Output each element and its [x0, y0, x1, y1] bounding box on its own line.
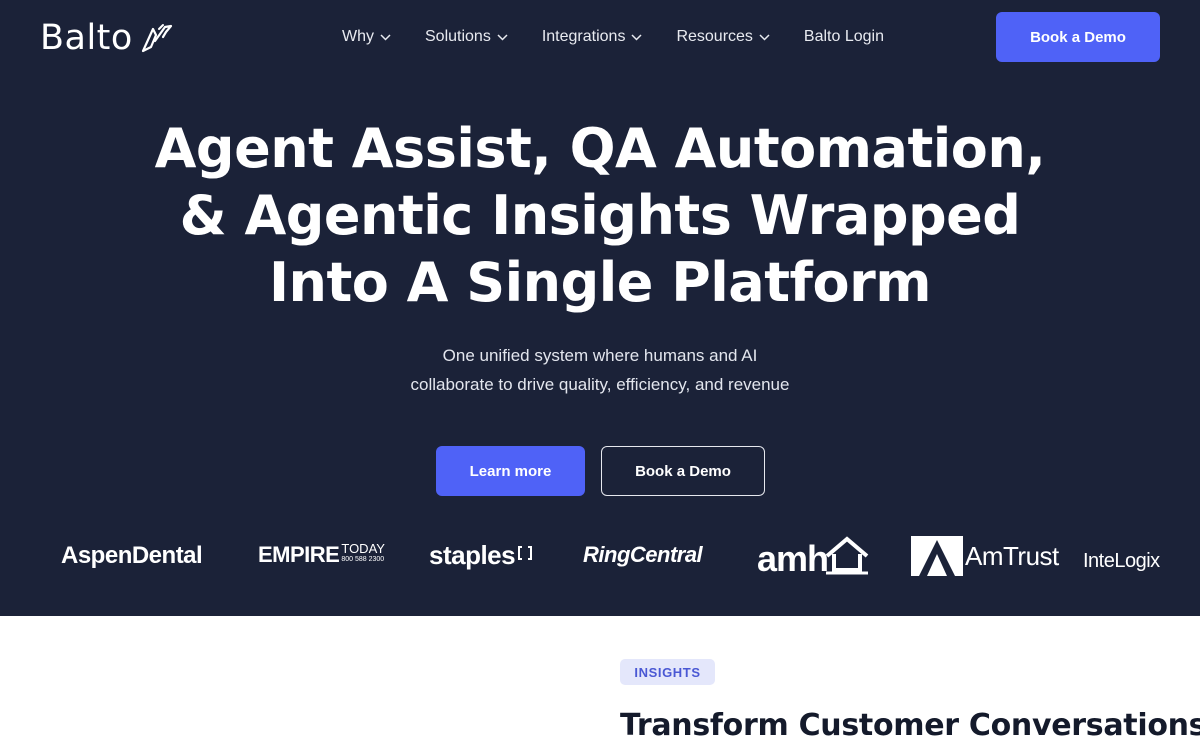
nav-balto-login[interactable]: Balto Login — [804, 28, 884, 46]
header-book-demo-button[interactable]: Book a Demo — [996, 12, 1160, 62]
hero-subtitle: One unified system where humans and AI c… — [300, 341, 900, 399]
customer-logos: AspenDental EMPIRE TODAY 800 588 2300 st… — [0, 530, 1200, 586]
hero-subtitle-line-2: collaborate to drive quality, efficiency… — [410, 375, 790, 394]
logo-wordmark: Balto — [40, 18, 133, 58]
aspen-dental-logo: AspenDental — [61, 542, 203, 569]
hero-book-demo-button[interactable]: Book a Demo — [601, 446, 765, 496]
house-icon — [825, 536, 869, 575]
main-nav: Why Solutions Integrations Resources Bal… — [342, 24, 884, 50]
amtrust-logo: AmTrust — [911, 536, 1059, 576]
nav-integrations[interactable]: Integrations — [542, 28, 643, 46]
learn-more-button[interactable]: Learn more — [436, 446, 585, 496]
nav-resources-label: Resources — [676, 28, 753, 45]
chevron-down-icon — [759, 33, 770, 41]
nav-why-label: Why — [342, 28, 374, 45]
balto-logo[interactable]: Balto — [40, 18, 173, 58]
nav-solutions-label: Solutions — [425, 28, 491, 45]
intelogix-logo: InteLogix — [1083, 550, 1160, 572]
amtrust-a-mark-icon — [911, 536, 963, 576]
hero-title-line-1: Agent Assist, QA Automation, — [154, 117, 1046, 180]
insights-badge: INSIGHTS — [620, 659, 715, 685]
ringcentral-logo: RingCentral — [583, 542, 703, 567]
nav-why[interactable]: Why — [342, 28, 391, 46]
empire-wordmark: EMPIRE — [258, 542, 340, 567]
hero-title-line-2: & Agentic Insights Wrapped — [179, 184, 1021, 247]
section-title: Transform Customer Conversations — [620, 708, 1200, 743]
staples-bracket-icon — [518, 545, 533, 560]
nav-balto-login-label: Balto Login — [803, 28, 884, 45]
empire-tagline: TODAY — [341, 541, 385, 556]
empire-today-logo: EMPIRE TODAY 800 588 2300 — [258, 542, 385, 568]
staples-logo: staples — [429, 540, 533, 571]
chevron-down-icon — [380, 33, 391, 41]
hero-subtitle-line-1: One unified system where humans and AI — [442, 346, 758, 365]
amh-house-logo: amh — [757, 536, 870, 580]
hero-section: Balto Why Solutions Integrations Resourc… — [0, 0, 1200, 616]
empire-phone: 800 588 2300 — [341, 556, 385, 563]
insights-section: INSIGHTS Transform Customer Conversation… — [0, 616, 1200, 750]
nav-integrations-label: Integrations — [541, 28, 626, 45]
chevron-down-icon — [631, 33, 642, 41]
hero-title: Agent Assist, QA Automation, & Agentic I… — [100, 115, 1100, 316]
chevron-down-icon — [497, 33, 508, 41]
nav-solutions[interactable]: Solutions — [425, 28, 508, 46]
hummingbird-icon — [141, 24, 172, 53]
hero-title-line-3: Into A Single Platform — [268, 251, 932, 314]
nav-resources[interactable]: Resources — [676, 28, 770, 46]
